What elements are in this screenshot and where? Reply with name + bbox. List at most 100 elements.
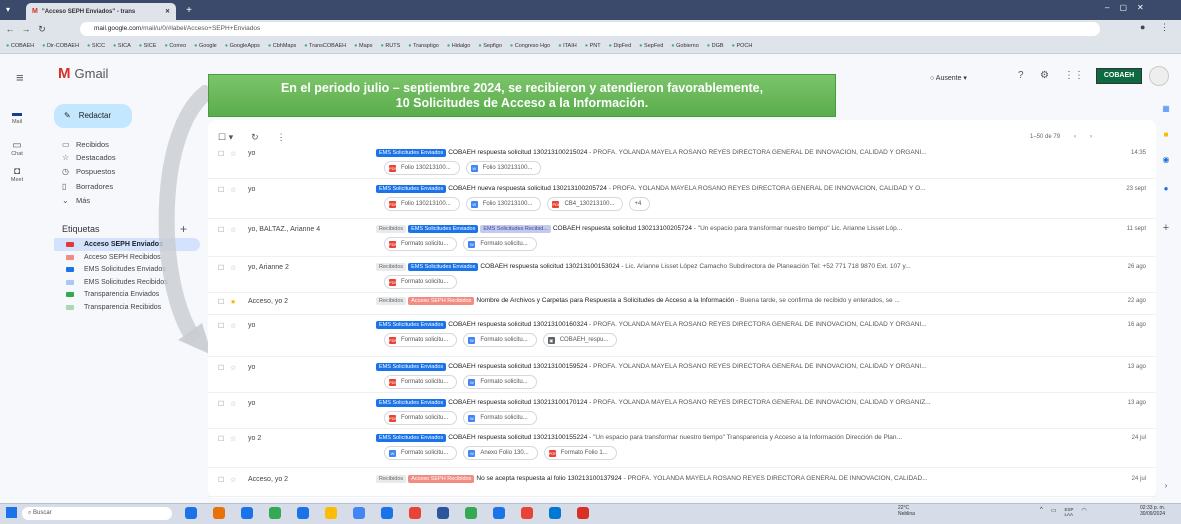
label-tag[interactable]: Recibidos <box>376 297 407 305</box>
contacts-icon[interactable]: ● <box>1160 183 1172 195</box>
browser-menu-icon[interactable]: ⋮ <box>1160 22 1169 33</box>
email-row[interactable]: ☐ ☆ yo EMS Solicitudes Enviados COBAEH nueva… <box>208 180 1156 219</box>
taskbar-app-icon[interactable] <box>577 507 589 519</box>
bookmark-item[interactable]: Correo <box>164 43 186 49</box>
rail-chat[interactable]: ▭ Chat <box>6 140 28 157</box>
nav-starred[interactable]: ☆ Destacados <box>62 153 116 162</box>
row-checkbox[interactable]: ☐ <box>218 150 224 158</box>
bookmark-item[interactable]: Transptigo <box>408 43 439 49</box>
star-icon[interactable]: ☆ <box>230 322 236 330</box>
label-tag[interactable]: Recibidos <box>376 475 407 483</box>
star-icon[interactable]: ☆ <box>230 186 236 194</box>
row-checkbox[interactable]: ☐ <box>218 226 224 234</box>
row-checkbox[interactable]: ☐ <box>218 298 224 306</box>
label-tag[interactable]: EMS Solicitudes Recibid... <box>480 225 551 233</box>
system-tray[interactable]: ^ ▭ ESP LAA ◠ <box>1040 507 1087 517</box>
attachment-chip[interactable]: PDF Formato solicitu... <box>384 375 458 389</box>
label-tag[interactable]: EMS Solicitudes Enviados <box>376 185 447 193</box>
reload-icon[interactable]: ↻ <box>36 22 48 36</box>
prev-page-icon[interactable]: ‹ <box>1074 134 1076 140</box>
bookmark-item[interactable]: TransCOBAEH <box>304 43 346 49</box>
bookmark-item[interactable]: POCH <box>732 43 752 49</box>
label-item[interactable]: Acceso SEPH Enviados <box>66 241 163 248</box>
select-all-checkbox[interactable]: ☐ ▾ <box>218 132 233 143</box>
bookmark-item[interactable]: Sepfigo <box>478 43 502 49</box>
label-tag[interactable]: Recibidos <box>376 263 407 271</box>
label-item[interactable]: Transparencia Recibidos <box>66 304 161 311</box>
bookmark-item[interactable]: SICA <box>113 43 131 49</box>
taskbar-app-icon[interactable] <box>325 507 337 519</box>
bookmark-item[interactable]: ITAIH <box>558 43 577 49</box>
nav-inbox[interactable]: ▭ Recibidos <box>62 140 109 149</box>
keep-icon[interactable]: ■ <box>1160 129 1172 141</box>
org-logo[interactable]: COBAEH <box>1096 68 1142 84</box>
attachment-chip[interactable]: W Formato solicitu... <box>463 333 537 347</box>
next-page-icon[interactable]: › <box>1090 134 1092 140</box>
taskbar-app-icon[interactable] <box>465 507 477 519</box>
star-icon[interactable]: ☆ <box>230 364 236 372</box>
profile-icon[interactable]: ● <box>1140 22 1145 32</box>
bookmark-item[interactable]: Congreso Hgo <box>510 43 550 49</box>
row-checkbox[interactable]: ☐ <box>218 322 224 330</box>
email-row[interactable]: ☐ ☆ yo EMS Solicitudes Enviados COBAEH respu… <box>208 144 1156 179</box>
main-menu-icon[interactable]: ≡ <box>16 70 24 85</box>
browser-tab[interactable]: M "Acceso SEPH Enviados" - trans ✕ <box>26 3 176 20</box>
tray-chevron-icon[interactable]: ^ <box>1040 507 1043 517</box>
windows-start-icon[interactable] <box>6 507 17 518</box>
taskbar-app-icon[interactable] <box>549 507 561 519</box>
label-item[interactable]: Acceso SEPH Recibidos <box>66 254 161 261</box>
label-tag[interactable]: EMS Solicitudes Enviados <box>376 363 447 371</box>
taskbar-app-icon[interactable] <box>185 507 197 519</box>
nav-drafts[interactable]: ▯ Borradores <box>62 182 113 191</box>
settings-gear-icon[interactable]: ⚙ <box>1040 70 1049 81</box>
account-avatar[interactable] <box>1149 66 1169 86</box>
taskbar-app-icon[interactable] <box>381 507 393 519</box>
attachment-chip[interactable]: PDF Formato solicitu... <box>384 237 458 251</box>
row-checkbox[interactable]: ☐ <box>218 264 224 272</box>
refresh-icon[interactable]: ↻ <box>251 132 259 143</box>
attachment-chip[interactable]: PDF Formato Folio 1... <box>543 446 617 460</box>
bookmark-item[interactable]: SICC <box>87 43 105 49</box>
taskbar-app-icon[interactable] <box>353 507 365 519</box>
attachment-chip[interactable]: W Anexo Folio 130... <box>463 446 538 460</box>
bookmark-item[interactable]: PNT <box>585 43 601 49</box>
help-icon[interactable]: ? <box>1018 70 1024 81</box>
tasks-icon[interactable]: ◉ <box>1160 154 1172 166</box>
keyboard-lang[interactable]: ESP LAA <box>1065 507 1074 517</box>
attachment-chip[interactable]: PDF Formato solicitu... <box>384 333 458 347</box>
email-row[interactable]: ☐ ☆ yo 2 EMS Solicitudes Enviados COBAEH res… <box>208 429 1156 468</box>
close-tab-icon[interactable]: ✕ <box>165 8 170 15</box>
status-dropdown[interactable]: ○ Ausente ▾ <box>930 74 967 82</box>
attachment-chip[interactable]: PDF Formato solicitu... <box>384 275 458 289</box>
email-row[interactable]: ☐ ☆ yo EMS Solicitudes Enviados COBAEH respu… <box>208 316 1156 357</box>
taskbar-app-icon[interactable] <box>269 507 281 519</box>
taskbar-search[interactable]: ⌕ Buscar <box>22 507 172 520</box>
row-checkbox[interactable]: ☐ <box>218 364 224 372</box>
taskbar-app-icon[interactable] <box>437 507 449 519</box>
star-icon[interactable]: ☆ <box>230 264 236 272</box>
gmail-logo[interactable]: M Gmail <box>58 65 108 82</box>
forward-icon[interactable]: → <box>20 22 32 36</box>
label-tag[interactable]: EMS Solicitudes Enviados <box>408 225 479 233</box>
bookmark-item[interactable]: GoogleApps <box>225 43 260 49</box>
rail-mail[interactable]: ▬ Mail <box>6 108 28 125</box>
row-checkbox[interactable]: ☐ <box>218 186 224 194</box>
star-icon[interactable]: ☆ <box>230 400 236 408</box>
bookmark-item[interactable]: SepFed <box>639 43 663 49</box>
bookmark-item[interactable]: Hidalgo <box>447 43 471 49</box>
compose-button[interactable]: ✎ Redactar <box>54 104 132 128</box>
bookmark-item[interactable]: CbhMaps <box>268 43 297 49</box>
email-row[interactable]: ☐ ☆ Acceso, yo 2 Recibidos Acceso SEPH Recib… <box>208 470 1156 497</box>
taskbar-app-icon[interactable] <box>213 507 225 519</box>
bookmark-item[interactable]: Maps <box>354 43 372 49</box>
add-addon-icon[interactable]: + <box>1160 222 1172 234</box>
nav-more[interactable]: ⌄ Más <box>62 196 90 205</box>
bookmark-item[interactable]: COBAEH <box>6 43 34 49</box>
email-row[interactable]: ☐ ★ Acceso, yo 2 Recibidos Acceso SEPH Recib… <box>208 292 1156 315</box>
attachment-chip[interactable]: PDF CB4_130213100... <box>547 197 624 211</box>
label-tag[interactable]: EMS Solicitudes Enviados <box>376 321 447 329</box>
new-tab-button[interactable]: + <box>182 5 196 17</box>
email-row[interactable]: ☐ ☆ yo, BALTAZ., Arianne 4 Recibidos EMS Sol… <box>208 220 1156 257</box>
label-tag[interactable]: EMS Solicitudes Enviados <box>376 149 447 157</box>
calendar-icon[interactable]: ▦ <box>1160 103 1172 115</box>
